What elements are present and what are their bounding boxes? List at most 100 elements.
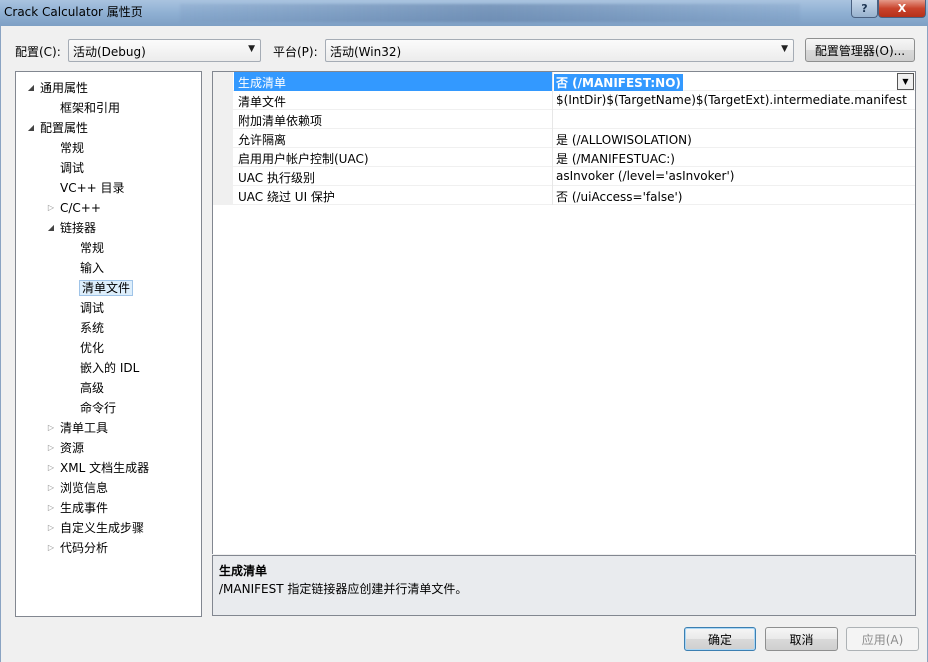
property-value[interactable]: 否 (/MANIFEST:NO)	[554, 74, 683, 91]
config-manager-button[interactable]: 配置管理器(O)...	[805, 38, 915, 62]
tree-item-label: 高级	[80, 381, 105, 395]
expand-arrow-icon[interactable]: ▷	[46, 198, 56, 218]
expand-arrow-icon[interactable]: ▷	[46, 498, 56, 518]
tree-item[interactable]: ▷ XML 文档生成器	[46, 458, 149, 478]
tree-item[interactable]: 常规	[66, 238, 104, 258]
property-row[interactable]: 允许隔离 是 (/ALLOWISOLATION)	[213, 129, 915, 148]
config-label: 配置(C):	[15, 45, 61, 59]
property-value[interactable]: 是 (/ALLOWISOLATION)	[556, 131, 692, 148]
help-button[interactable]: ?	[851, 0, 878, 18]
property-value[interactable]: 否 (/uiAccess='false')	[556, 188, 682, 205]
tree-item[interactable]: ◢ 链接器	[46, 218, 96, 238]
tree-item[interactable]: ▷ 浏览信息	[46, 478, 108, 498]
apply-button[interactable]: 应用(A)	[846, 627, 919, 651]
tree-item[interactable]: ▷ 资源	[46, 438, 84, 458]
expand-arrow-icon[interactable]: ▷	[46, 538, 56, 558]
tree-item[interactable]: 优化	[66, 338, 104, 358]
collapse-arrow-icon[interactable]: ◢	[26, 78, 36, 98]
expand-arrow-icon[interactable]: ▷	[46, 458, 56, 478]
property-row[interactable]: 启用用户帐户控制(UAC) 是 (/MANIFESTUAC:)	[213, 148, 915, 167]
config-combobox-value: 活动(Debug)	[73, 45, 146, 59]
row-gutter	[213, 72, 233, 91]
tree-item[interactable]: 调试	[46, 158, 84, 178]
platform-label: 平台(P):	[273, 45, 318, 59]
tree-item[interactable]: 命令行	[66, 398, 116, 418]
property-name: UAC 执行级别	[238, 171, 315, 185]
column-divider[interactable]	[552, 186, 553, 205]
expand-arrow-icon[interactable]: ▷	[46, 438, 56, 458]
row-gutter	[213, 91, 233, 110]
tree-item[interactable]: ◢ 配置属性	[26, 118, 88, 138]
tree-item[interactable]: 常规	[46, 138, 84, 158]
tree-item-label: 代码分析	[60, 541, 109, 555]
property-row[interactable]: UAC 绕过 UI 保护 否 (/uiAccess='false')	[213, 186, 915, 205]
tree-item[interactable]: ▷ 清单工具	[46, 418, 108, 438]
column-divider[interactable]	[552, 167, 553, 186]
column-divider[interactable]	[552, 148, 553, 167]
tree-item[interactable]: ◢ 通用属性	[26, 78, 88, 98]
column-divider[interactable]	[552, 110, 553, 129]
property-value[interactable]: $(IntDir)$(TargetName)$(TargetExt).inter…	[556, 93, 907, 107]
property-value[interactable]: asInvoker (/level='asInvoker')	[556, 169, 734, 183]
tree-item-label: 生成事件	[60, 501, 109, 515]
chevron-down-icon: ▼	[781, 44, 788, 54]
title-bar-background	[180, 4, 800, 22]
tree-item-label: 常规	[60, 141, 85, 155]
column-divider[interactable]	[552, 72, 553, 91]
tree-item[interactable]: 框架和引用	[46, 98, 120, 118]
tree-item-label: C/C++	[60, 201, 101, 215]
collapse-arrow-icon[interactable]: ◢	[46, 218, 56, 238]
tree-item[interactable]: ▷ 自定义生成步骤	[46, 518, 144, 538]
row-gutter	[213, 148, 233, 167]
expand-arrow-icon[interactable]: ▷	[46, 478, 56, 498]
column-divider[interactable]	[552, 91, 553, 110]
property-name: 生成清单	[238, 76, 287, 90]
tree-item-label: 浏览信息	[60, 481, 109, 495]
close-button[interactable]: X	[878, 0, 926, 18]
property-tree[interactable]: ◢ 通用属性 框架和引用 ◢ 配置属性 常规 调试 VC++ 目录 ▷ C/C++ ◢ 链接器 常规 输入…	[15, 71, 202, 617]
tree-item-label: 资源	[60, 441, 85, 455]
title-bar: Crack Calculator 属性页 ? X	[0, 0, 928, 26]
property-row[interactable]: 附加清单依赖项	[213, 110, 915, 129]
property-row[interactable]: UAC 执行级别 asInvoker (/level='asInvoker')	[213, 167, 915, 186]
tree-item[interactable]: ▷ C/C++	[46, 198, 101, 218]
tree-item[interactable]: ▷ 代码分析	[46, 538, 108, 558]
property-row[interactable]: 清单文件 $(IntDir)$(TargetName)$(TargetExt).i…	[213, 91, 915, 110]
tree-item[interactable]: 清单文件	[66, 278, 134, 298]
expand-arrow-icon[interactable]: ▷	[46, 418, 56, 438]
tree-item[interactable]: 嵌入的 IDL	[66, 358, 139, 378]
dropdown-arrow-icon[interactable]: ▼	[897, 73, 914, 90]
window-title: Crack Calculator 属性页	[4, 5, 143, 19]
chevron-down-icon: ▼	[248, 44, 255, 54]
property-row[interactable]: 生成清单 否 (/MANIFEST:NO) ▼	[213, 72, 915, 91]
tree-item[interactable]: 调试	[66, 298, 104, 318]
tree-item-label: 链接器	[60, 221, 97, 235]
tree-item-label: 清单工具	[60, 421, 109, 435]
property-grid[interactable]: 生成清单 否 (/MANIFEST:NO) ▼ 清单文件 $(IntDir)$(Targ…	[212, 71, 916, 554]
property-name: UAC 绕过 UI 保护	[238, 190, 335, 204]
row-gutter	[213, 167, 233, 186]
tree-item-label: 嵌入的 IDL	[80, 361, 140, 375]
tree-item[interactable]: 系统	[66, 318, 104, 338]
property-value[interactable]: 是 (/MANIFESTUAC:)	[556, 150, 675, 167]
tree-item[interactable]: 高级	[66, 378, 104, 398]
tree-item-label: 清单文件	[78, 280, 134, 296]
row-gutter	[213, 129, 233, 148]
tree-item-label: 配置属性	[40, 121, 89, 135]
tree-item[interactable]: VC++ 目录	[46, 178, 125, 198]
cancel-button[interactable]: 取消	[765, 627, 838, 651]
ok-button[interactable]: 确定	[684, 627, 756, 651]
tree-item[interactable]: 输入	[66, 258, 104, 278]
tree-item-label: 自定义生成步骤	[60, 521, 145, 535]
tree-item[interactable]: ▷ 生成事件	[46, 498, 108, 518]
row-gutter	[213, 186, 233, 205]
config-combobox[interactable]: 活动(Debug) ▼	[68, 39, 261, 62]
platform-combobox[interactable]: 活动(Win32) ▼	[325, 39, 794, 62]
expand-arrow-icon[interactable]: ▷	[46, 518, 56, 538]
tree-item-label: XML 文档生成器	[60, 461, 150, 475]
row-gutter	[213, 110, 233, 129]
tree-item-label: 优化	[80, 341, 105, 355]
property-name: 启用用户帐户控制(UAC)	[238, 152, 369, 166]
collapse-arrow-icon[interactable]: ◢	[26, 118, 36, 138]
column-divider[interactable]	[552, 129, 553, 148]
